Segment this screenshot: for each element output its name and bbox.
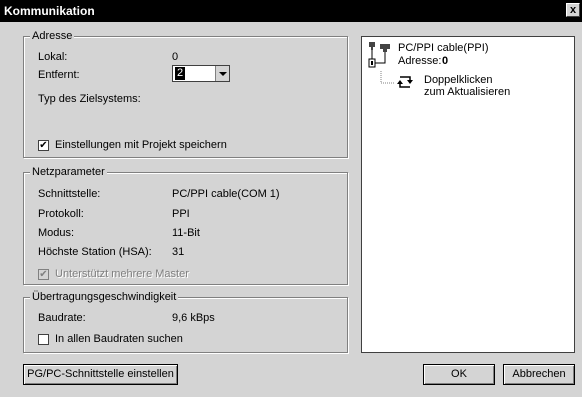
adresse-legend: Adresse — [30, 30, 75, 42]
protokoll-label: Protokoll: — [38, 208, 84, 220]
multi-master-checkbox: ✔ — [38, 269, 49, 280]
kommunikation-dialog: Kommunikation x Adresse Lokal: 0 Entfern… — [0, 0, 582, 397]
uebertragung-legend: Übertragungsgeschwindigkeit — [30, 291, 179, 303]
netzparameter-legend: Netzparameter — [30, 166, 107, 178]
lokal-label: Lokal: — [38, 51, 68, 63]
save-settings-label[interactable]: Einstellungen mit Projekt speichern — [55, 139, 227, 151]
pc-ppi-cable-icon[interactable] — [368, 41, 394, 71]
baudrate-label: Baudrate: — [38, 312, 86, 324]
window-title: Kommunikation — [4, 4, 95, 18]
entfernt-select[interactable]: 2 — [172, 65, 230, 82]
entfernt-label: Entfernt: — [38, 69, 80, 81]
cancel-button[interactable]: Abbrechen — [503, 364, 575, 385]
refresh-line1[interactable]: Doppelklicken — [424, 74, 492, 86]
cable-label[interactable]: PC/PPI cable(PPI) — [398, 42, 488, 54]
refresh-icon[interactable] — [396, 74, 414, 90]
search-all-baudrates-checkbox[interactable] — [38, 334, 49, 345]
station-tree-panel[interactable]: PC/PPI cable(PPI) Adresse: 0 Doppelklick… — [361, 36, 575, 353]
protokoll-value: PPI — [172, 208, 190, 220]
save-settings-checkbox[interactable]: ✔ — [38, 140, 49, 151]
modus-label: Modus: — [38, 227, 75, 239]
typ-zielsystem-label: Typ des Zielsystems: — [38, 93, 141, 105]
modus-value: 11-Bit — [172, 227, 200, 239]
title-bar: Kommunikation x — [0, 0, 582, 22]
tree-connector — [380, 71, 394, 84]
schnittstelle-label: Schnittstelle: — [38, 188, 101, 200]
lokal-value: 0 — [172, 51, 179, 63]
hsa-value: 31 — [172, 246, 185, 258]
address-value: 0 — [442, 55, 449, 67]
close-button[interactable]: x — [566, 3, 580, 17]
set-interface-button[interactable]: PG/PC-Schnittstelle einstellen — [23, 364, 178, 385]
address-label: Adresse: — [398, 55, 442, 67]
ok-button[interactable]: OK — [423, 364, 495, 385]
schnittstelle-value: PC/PPI cable(COM 1) — [172, 188, 280, 200]
refresh-line2[interactable]: zum Aktualisieren — [424, 86, 510, 98]
baudrate-value: 9,6 kBps — [172, 312, 215, 324]
multi-master-label: Unterstützt mehrere Master — [55, 268, 189, 280]
hsa-label: Höchste Station (HSA): — [38, 246, 152, 258]
entfernt-value: 2 — [175, 67, 185, 80]
search-all-baudrates-label[interactable]: In allen Baudraten suchen — [55, 333, 183, 345]
chevron-down-icon[interactable] — [215, 66, 229, 81]
